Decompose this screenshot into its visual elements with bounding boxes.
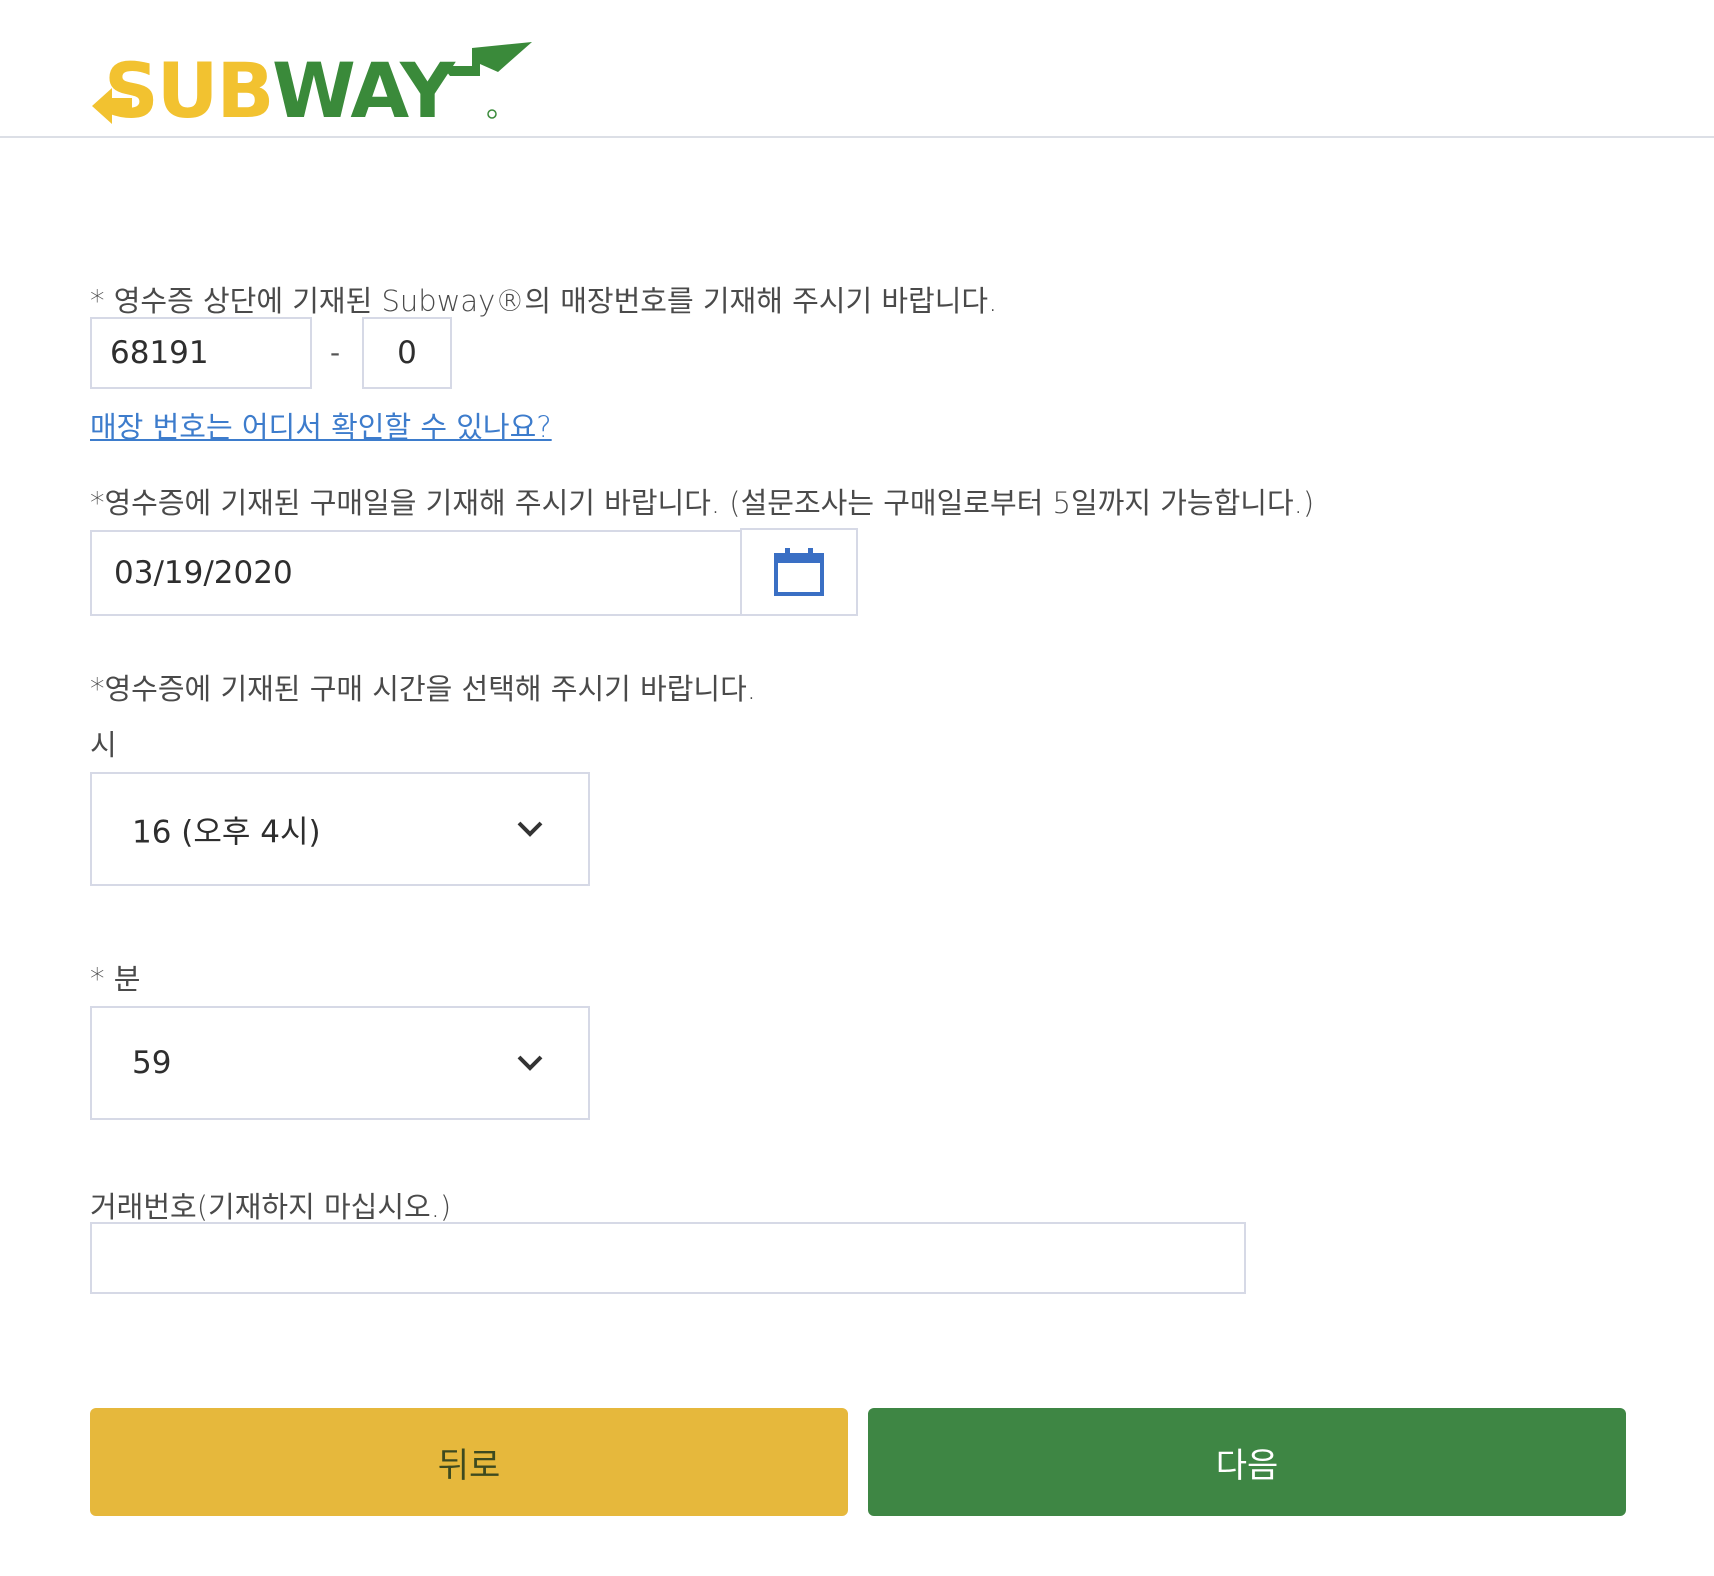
- subway-logo-graphic: SUB WAY: [92, 42, 532, 126]
- store-number-separator: -: [330, 336, 341, 369]
- header: SUB WAY: [0, 0, 1714, 138]
- hour-label: 시: [90, 728, 117, 762]
- transaction-number-input[interactable]: [110, 1224, 1244, 1292]
- back-button[interactable]: 뒤로: [90, 1408, 848, 1516]
- store-number-input[interactable]: [110, 319, 310, 387]
- chevron-down-icon: [517, 1055, 543, 1071]
- minute-select-value: 59: [132, 1045, 172, 1081]
- purchase-time-label: *영수증에 기재된 구매 시간을 선택해 주시기 바랍니다.: [90, 672, 756, 706]
- svg-text:WAY: WAY: [272, 46, 456, 126]
- minute-label: * 분: [90, 962, 141, 996]
- transaction-number-field[interactable]: [90, 1222, 1246, 1294]
- store-number-label: * 영수증 상단에 기재된 Subway®의 매장번호를 기재해 주시기 바랍니…: [90, 284, 998, 318]
- purchase-date-field[interactable]: [90, 530, 742, 616]
- store-suffix-field[interactable]: [362, 317, 452, 389]
- hour-select[interactable]: 16 (오후 4시): [90, 772, 590, 886]
- next-button[interactable]: 다음: [868, 1408, 1626, 1516]
- calendar-button[interactable]: [740, 528, 858, 616]
- hour-select-value: 16 (오후 4시): [132, 814, 321, 851]
- purchase-date-input[interactable]: [114, 532, 740, 614]
- minute-select[interactable]: 59: [90, 1006, 590, 1120]
- transaction-number-label: 거래번호(기재하지 마십시오.): [90, 1190, 452, 1224]
- store-number-field[interactable]: [90, 317, 312, 389]
- store-suffix-input[interactable]: [364, 319, 450, 387]
- calendar-icon: [774, 548, 824, 596]
- subway-logo[interactable]: SUB WAY: [92, 42, 532, 126]
- store-number-help-link[interactable]: 매장 번호는 어디서 확인할 수 있나요?: [90, 404, 552, 446]
- chevron-down-icon: [517, 821, 543, 837]
- purchase-date-label: *영수증에 기재된 구매일을 기재해 주시기 바랍니다. (설문조사는 구매일로…: [90, 486, 1315, 520]
- svg-text:SUB: SUB: [104, 46, 272, 126]
